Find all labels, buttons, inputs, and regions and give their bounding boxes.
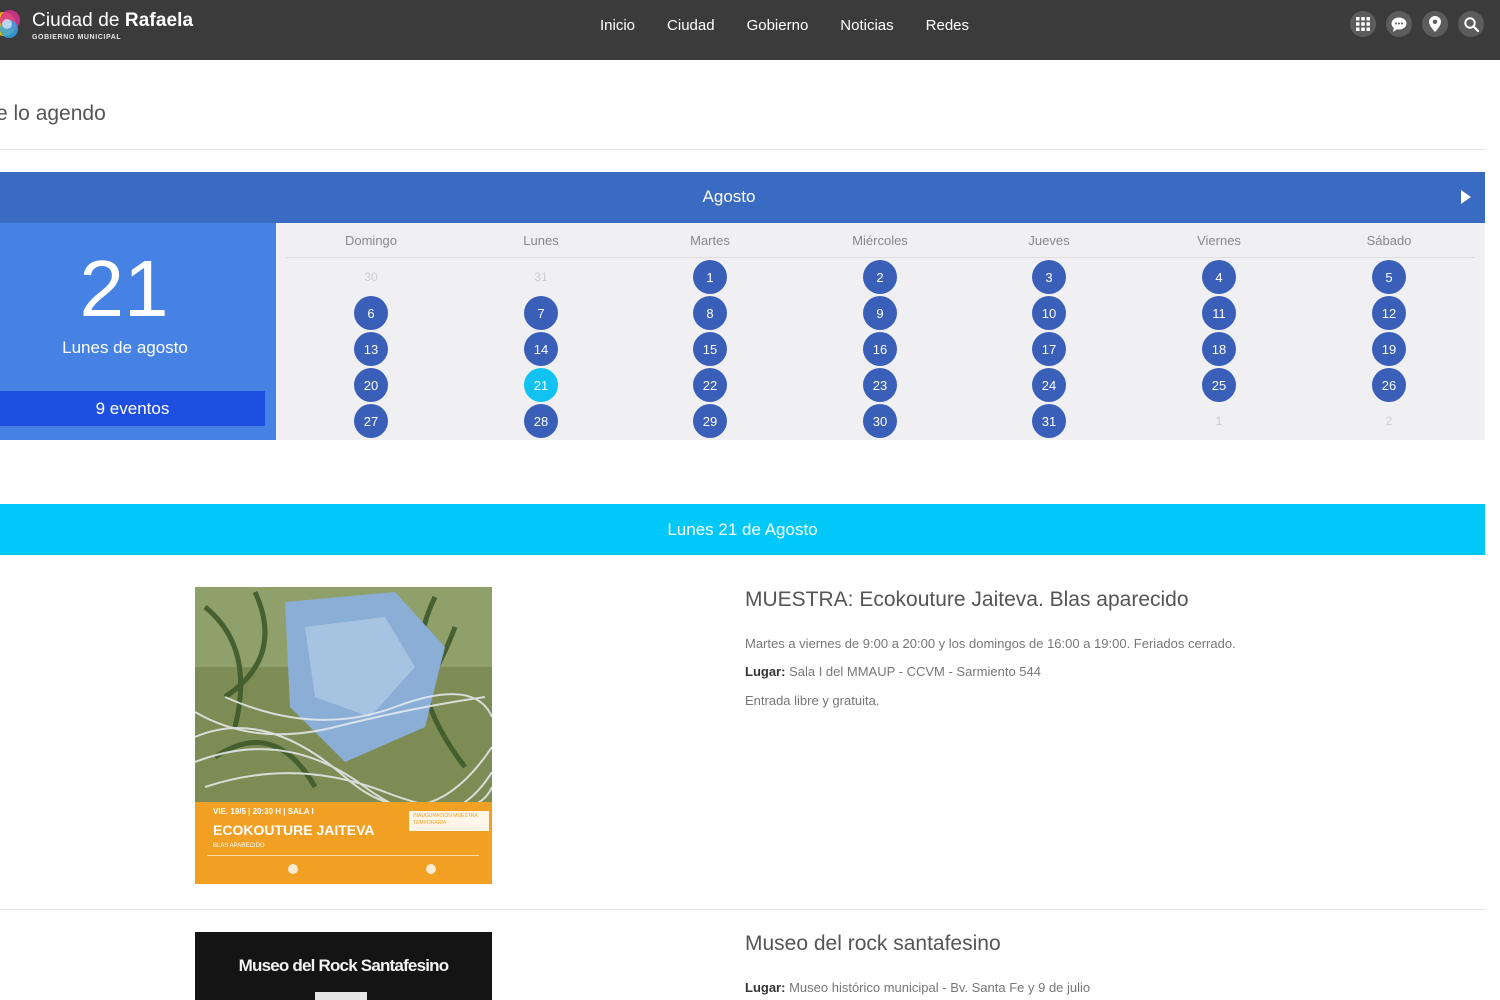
- calendar-day[interactable]: 16: [863, 332, 897, 366]
- nav-item-noticias[interactable]: Noticias: [840, 16, 893, 36]
- calendar-day[interactable]: 26: [1372, 368, 1406, 402]
- main-nav: Inicio Ciudad Gobierno Noticias Redes: [600, 16, 1001, 36]
- calendar-header: Agosto: [0, 172, 1485, 223]
- calendar-day[interactable]: 2: [863, 260, 897, 294]
- calendar-day[interactable]: 28: [524, 404, 558, 438]
- city-logo-icon[interactable]: [0, 6, 22, 42]
- event-schedule: Martes a viernes de 9:00 a 20:00 y los d…: [745, 636, 1236, 651]
- calendar-day[interactable]: 22: [693, 368, 727, 402]
- calendar-day-selected[interactable]: 21: [524, 368, 558, 402]
- weekday-label: Martes: [690, 233, 730, 248]
- calendar-day[interactable]: 19: [1372, 332, 1406, 366]
- nav-item-gobierno[interactable]: Gobierno: [747, 16, 809, 36]
- calendar-day-outside-month: 2: [1385, 414, 1393, 428]
- nav-item-inicio[interactable]: Inicio: [600, 16, 635, 36]
- event-title[interactable]: Museo del rock santafesino: [745, 932, 1001, 956]
- chat-icon[interactable]: [1386, 11, 1412, 37]
- selected-day-label: Lunes de agosto: [62, 338, 188, 357]
- selected-day-panel: 21 Lunes de agosto 9 eventos: [0, 223, 276, 440]
- weekday-label: Viernes: [1197, 233, 1241, 248]
- poster-badge: INAUGURACIÓN MUESTRA TEMPORARIA: [413, 813, 478, 826]
- poster-artist: BLAS APARECIDO: [213, 843, 265, 849]
- weekday-label: Domingo: [344, 233, 398, 248]
- calendar-day[interactable]: 14: [524, 332, 558, 366]
- event-place-label: Lugar:: [745, 980, 786, 995]
- weekday-label: Jueves: [1028, 233, 1070, 248]
- header-icons: [1340, 11, 1484, 37]
- event-place: Lugar: Museo histórico municipal - Bv. S…: [745, 980, 1090, 995]
- calendar-day[interactable]: 10: [1032, 296, 1066, 330]
- event-place: Lugar: Sala I del MMAUP - CCVM - Sarmien…: [745, 664, 1041, 679]
- event-place-value: Sala I del MMAUP - CCVM - Sarmiento 544: [789, 664, 1041, 679]
- calendar-day[interactable]: 1: [693, 260, 727, 294]
- event-place-value: Museo histórico municipal - Bv. Santa Fe…: [789, 980, 1091, 995]
- calendar-day-outside-month: 31: [534, 270, 548, 284]
- search-icon[interactable]: [1458, 11, 1484, 37]
- calendar-day[interactable]: 15: [693, 332, 727, 366]
- event-place-label: Lugar:: [745, 664, 786, 679]
- event-poster-image: [195, 587, 492, 884]
- calendar-day-outside-month: 1: [1215, 414, 1223, 428]
- apps-grid-icon[interactable]: [1350, 11, 1376, 37]
- nav-item-redes[interactable]: Redes: [926, 16, 969, 36]
- calendar-day[interactable]: 8: [693, 296, 727, 330]
- weekday-label: Lunes: [523, 233, 559, 248]
- calendar-day[interactable]: 30: [863, 404, 897, 438]
- weekday-label: Sábado: [1366, 233, 1412, 248]
- calendar-day[interactable]: 24: [1032, 368, 1066, 402]
- events-count-button[interactable]: 9 eventos: [0, 391, 265, 426]
- weekday-label: Miércoles: [852, 233, 908, 248]
- poster-date-line: VIE. 19/5 | 20:30 H | SALA I: [213, 807, 314, 816]
- poster-event-name: Museo del Rock Santafesino: [238, 956, 450, 975]
- location-pin-icon[interactable]: [1422, 11, 1448, 37]
- poster-logo-mark: [315, 992, 367, 1000]
- calendar-day[interactable]: 5: [1372, 260, 1406, 294]
- chevron-right-icon[interactable]: [1461, 190, 1471, 204]
- day-events-banner: Lunes 21 de Agosto: [0, 504, 1485, 555]
- calendar-day[interactable]: 6: [354, 296, 388, 330]
- brand-subtitle: GOBIERNO MUNICIPAL: [32, 34, 122, 41]
- calendar-day[interactable]: 12: [1372, 296, 1406, 330]
- event-divider: [0, 909, 1485, 910]
- brand-name: Ciudad de Rafaela: [32, 10, 194, 31]
- title-divider: [0, 149, 1485, 150]
- calendar-day[interactable]: 27: [354, 404, 388, 438]
- page-title: e lo agendo: [0, 102, 106, 125]
- calendar-day[interactable]: 25: [1202, 368, 1236, 402]
- calendar-day[interactable]: 9: [863, 296, 897, 330]
- calendar-day[interactable]: 31: [1032, 404, 1066, 438]
- calendar-day[interactable]: 18: [1202, 332, 1236, 366]
- calendar-grid: Domingo Lunes Martes Miércoles Jueves Viernes…: [276, 223, 1485, 440]
- event-note: Entrada libre y gratuita.: [745, 693, 880, 708]
- brand[interactable]: Ciudad de Rafaela GOBIERNO MUNICIPAL: [32, 10, 193, 42]
- calendar-day[interactable]: 13: [354, 332, 388, 366]
- calendar-day-outside-month: 30: [364, 270, 378, 284]
- top-navigation-bar: Ciudad de Rafaela GOBIERNO MUNICIPAL Ini…: [0, 0, 1500, 60]
- calendar-day[interactable]: 20: [354, 368, 388, 402]
- calendar-day[interactable]: 4: [1202, 260, 1236, 294]
- selected-day-number: 21: [79, 244, 169, 333]
- calendar-day[interactable]: 17: [1032, 332, 1066, 366]
- calendar-day[interactable]: 29: [693, 404, 727, 438]
- calendar-day[interactable]: 3: [1032, 260, 1066, 294]
- calendar-day[interactable]: 23: [863, 368, 897, 402]
- nav-item-ciudad[interactable]: Ciudad: [667, 16, 715, 36]
- calendar-day[interactable]: 11: [1202, 296, 1236, 330]
- event-poster-ecokouture[interactable]: VIE. 19/5 | 20:30 H | SALA I ECOKOUTURE …: [195, 587, 492, 884]
- weekday-divider: [286, 257, 1475, 258]
- calendar-month-label: Agosto: [702, 187, 756, 206]
- event-title[interactable]: MUESTRA: Ecokouture Jaiteva. Blas aparec…: [745, 588, 1189, 612]
- calendar-day[interactable]: 7: [524, 296, 558, 330]
- event-poster-museo-rock[interactable]: Museo del Rock Santafesino: [195, 932, 492, 1000]
- poster-event-name: ECOKOUTURE JAITEVA: [213, 822, 375, 838]
